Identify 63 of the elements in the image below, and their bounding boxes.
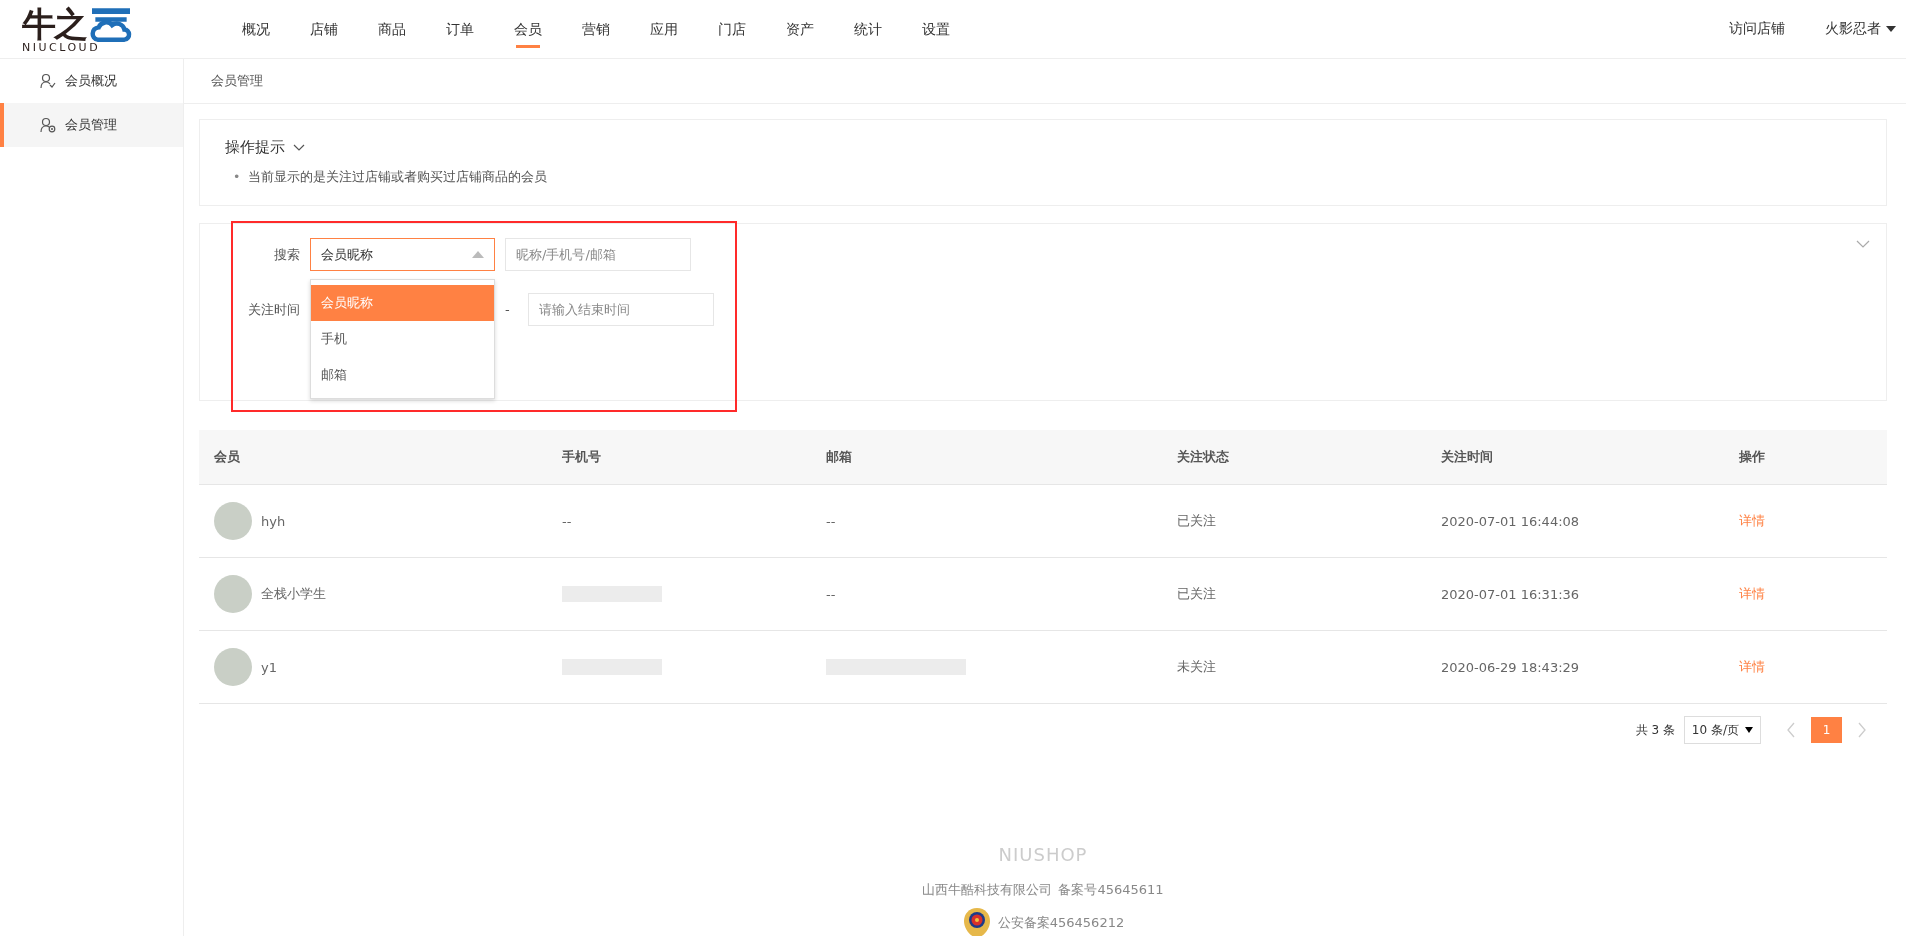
nav-tab[interactable]: 商品 bbox=[358, 0, 426, 59]
member-name: hyh bbox=[261, 513, 286, 529]
tip-text: 当前显示的是关注过店铺或者购买过店铺商品的会员 bbox=[248, 168, 548, 186]
nav-tab[interactable]: 统计 bbox=[834, 0, 902, 59]
chevron-down-icon[interactable] bbox=[293, 143, 305, 152]
icp-number: 备案号45645611 bbox=[1058, 881, 1164, 899]
email-cell: -- bbox=[826, 513, 836, 529]
email-cell: -- bbox=[826, 586, 836, 602]
search-label: 搜索 bbox=[273, 245, 301, 264]
column-header: 操作 bbox=[1739, 449, 1765, 464]
previous-page-icon[interactable] bbox=[1786, 722, 1796, 738]
follow-time: 2020-07-01 16:44:08 bbox=[1441, 513, 1580, 529]
avatar-placeholder bbox=[214, 575, 252, 613]
bullet: • bbox=[233, 168, 241, 186]
user-menu[interactable]: 火影忍者 bbox=[1825, 20, 1881, 38]
caret-up-icon bbox=[472, 251, 484, 258]
column-header: 邮箱 bbox=[826, 449, 852, 464]
search-input[interactable]: 昵称/手机号/邮箱 bbox=[505, 238, 691, 271]
search-type-select[interactable]: 会员昵称 bbox=[310, 238, 495, 271]
sidebar-item[interactable]: 会员管理 bbox=[0, 103, 183, 147]
police-record: 公安备案456456212 bbox=[997, 914, 1125, 932]
column-header: 关注状态 bbox=[1177, 449, 1229, 464]
member-name: y1 bbox=[261, 659, 277, 675]
nav-tab[interactable]: 概况 bbox=[222, 0, 290, 59]
dropdown-option[interactable]: 邮箱 bbox=[311, 357, 494, 393]
follow-time: 2020-06-29 18:43:29 bbox=[1441, 659, 1580, 675]
logo-text: 牛之 bbox=[22, 5, 86, 42]
nav-tab[interactable]: 设置 bbox=[902, 0, 970, 59]
follow-status: 已关注 bbox=[1177, 586, 1216, 601]
breadcrumb: 会员管理 bbox=[211, 72, 263, 90]
nav-tab[interactable]: 营销 bbox=[562, 0, 630, 59]
nav-tab[interactable]: 应用 bbox=[630, 0, 698, 59]
nav-tab[interactable]: 店铺 bbox=[290, 0, 358, 59]
range-separator: - bbox=[505, 302, 511, 317]
column-header: 关注时间 bbox=[1441, 449, 1493, 464]
follow-status: 已关注 bbox=[1177, 513, 1216, 528]
member-name: 全栈小学生 bbox=[261, 585, 326, 603]
follow-time: 2020-07-01 16:31:36 bbox=[1441, 586, 1580, 602]
logo-wordmark: NIUCLOUD bbox=[22, 40, 102, 54]
total-count: 共 3 条 bbox=[1635, 721, 1675, 739]
nav-tab[interactable]: 订单 bbox=[426, 0, 494, 59]
column-header: 会员 bbox=[214, 449, 240, 464]
caret-down-icon bbox=[1745, 727, 1753, 733]
dropdown-option[interactable]: 手机 bbox=[311, 321, 494, 357]
user-check-icon bbox=[40, 73, 56, 89]
caret-down-icon bbox=[1886, 26, 1896, 32]
end-time-input[interactable]: 请输入结束时间 bbox=[528, 293, 714, 326]
phone-cell: -- bbox=[562, 513, 572, 529]
visit-store-link[interactable]: 访问店铺 bbox=[1729, 20, 1785, 38]
nav-tab[interactable]: 门店 bbox=[698, 0, 766, 59]
follow-time-label: 关注时间 bbox=[247, 300, 301, 319]
sidebar-item[interactable]: 会员概况 bbox=[0, 59, 183, 103]
avatar-placeholder bbox=[214, 648, 252, 686]
column-header: 手机号 bbox=[562, 449, 601, 464]
page-size-select[interactable]: 10 条/页 bbox=[1683, 716, 1761, 744]
next-page-icon[interactable] bbox=[1857, 722, 1867, 738]
tips-title: 操作提示 bbox=[225, 138, 285, 157]
avatar-placeholder bbox=[214, 502, 252, 540]
nav-tab[interactable]: 资产 bbox=[766, 0, 834, 59]
emblem-icon bbox=[961, 907, 992, 936]
follow-status: 未关注 bbox=[1177, 659, 1216, 674]
company-name: 山西牛酷科技有限公司 bbox=[922, 881, 1053, 899]
user-gear-icon bbox=[40, 117, 56, 133]
